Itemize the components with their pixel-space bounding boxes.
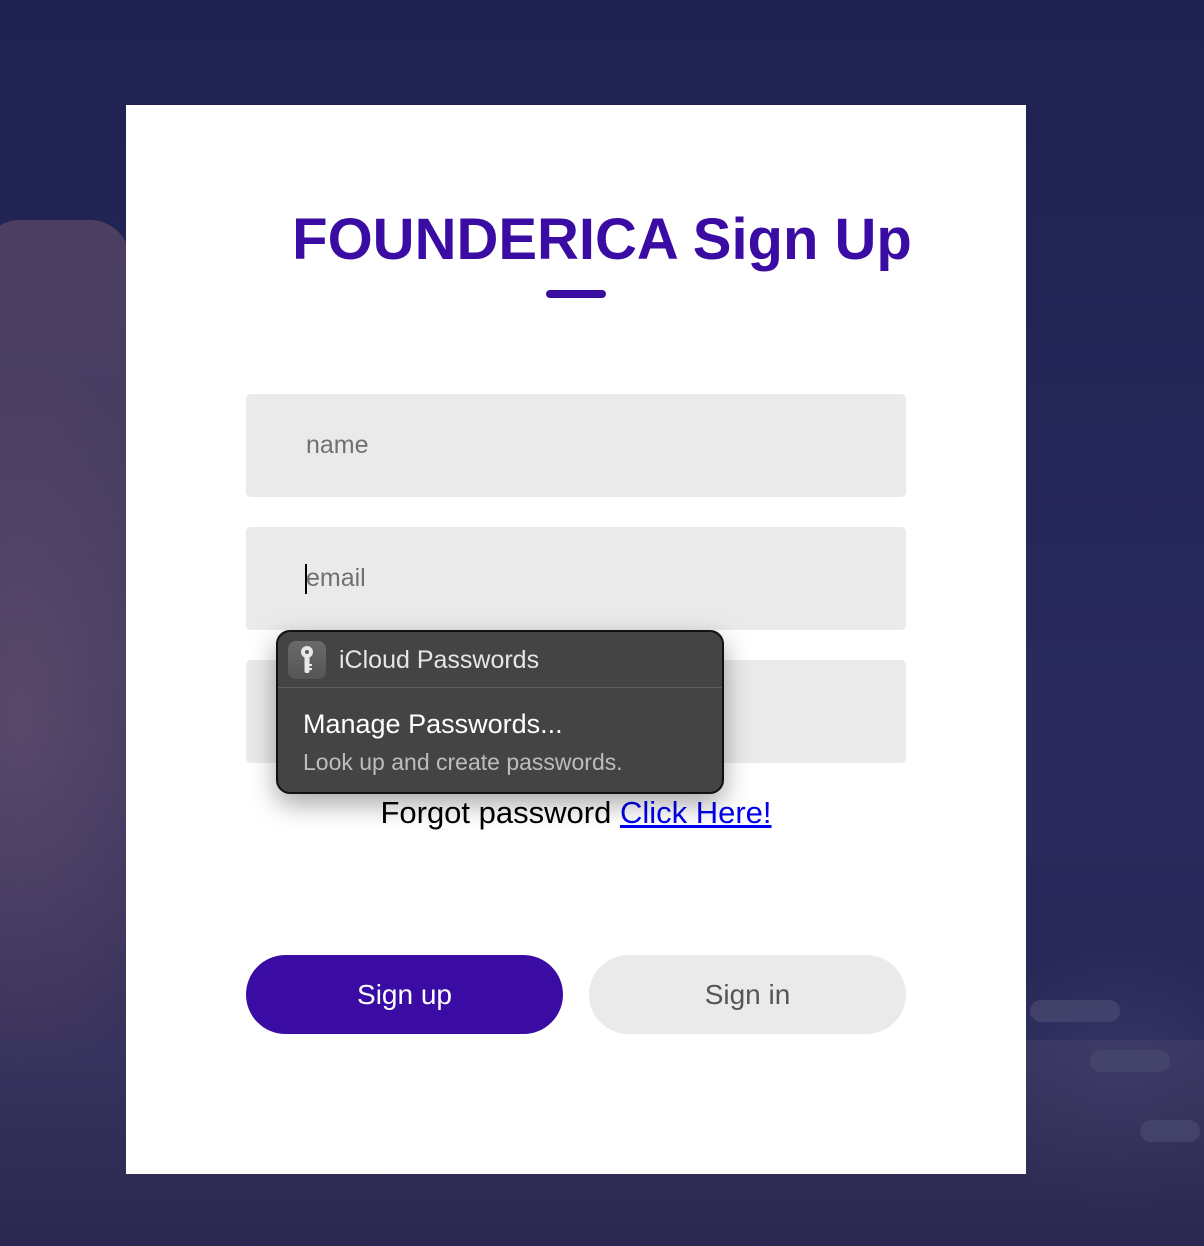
popup-divider xyxy=(278,687,722,688)
popup-title: iCloud Passwords xyxy=(339,646,540,674)
manage-passwords-label: Manage Passwords... xyxy=(303,709,563,739)
email-input[interactable] xyxy=(246,527,906,630)
name-input[interactable] xyxy=(246,394,906,497)
background-boat xyxy=(1140,1120,1200,1142)
sign-in-button[interactable]: Sign in xyxy=(589,955,906,1034)
icloud-passwords-popup: iCloud Passwords Manage Passwords... Loo… xyxy=(276,630,724,794)
forgot-password-text: Forgot password xyxy=(380,795,612,830)
title-underline xyxy=(546,290,606,298)
manage-passwords-subtitle: Look up and create passwords. xyxy=(303,749,623,775)
background-boat xyxy=(1090,1050,1170,1072)
page-title: FOUNDERICA Sign Up xyxy=(292,207,912,272)
manage-passwords-item[interactable]: Manage Passwords... Look up and create p… xyxy=(278,692,722,792)
key-icon xyxy=(288,641,326,679)
text-cursor xyxy=(305,564,307,594)
forgot-password-link[interactable]: Click Here! xyxy=(620,795,772,830)
background-tower xyxy=(0,220,130,1040)
background-boat xyxy=(1030,1000,1120,1022)
popup-header: iCloud Passwords xyxy=(278,632,722,688)
sign-up-button[interactable]: Sign up xyxy=(246,955,563,1034)
forgot-password-row: Forgot password Click Here! xyxy=(0,794,1152,832)
